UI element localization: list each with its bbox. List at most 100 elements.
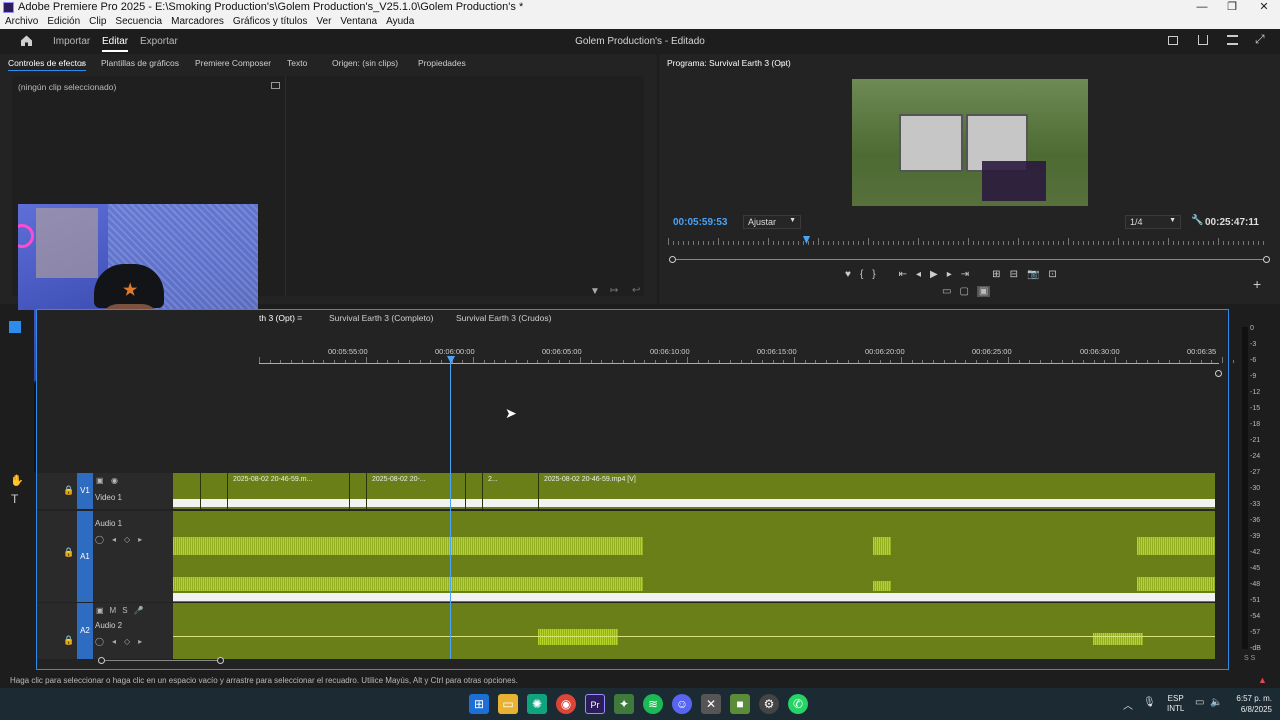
extract-icon[interactable]: ⊟: [1010, 269, 1018, 280]
clip-label[interactable]: 2025-08-02 20-46-59.mp4 [V]: [544, 476, 636, 483]
menu-archivo[interactable]: Archivo: [5, 15, 38, 29]
comparison-view-icon[interactable]: ▢: [959, 286, 968, 297]
timeline-tab-opt[interactable]: th 3 (Opt): [259, 313, 295, 323]
menu-edicion[interactable]: Edición: [47, 15, 80, 29]
program-timecode-current[interactable]: 00:05:59:53: [673, 217, 727, 228]
fullscreen-icon[interactable]: ⤢: [1255, 32, 1265, 47]
mic-tray-icon[interactable]: 🎙: [1143, 697, 1156, 708]
premiere-icon[interactable]: Pr: [585, 694, 605, 714]
work-area-bar[interactable]: [259, 363, 1219, 364]
timeline-tab-completo[interactable]: Survival Earth 3 (Completo): [329, 313, 433, 323]
lock-icon[interactable]: 🔒: [63, 635, 74, 646]
h-scroll-handle-left[interactable]: [98, 657, 105, 664]
close-button[interactable]: ✕: [1248, 0, 1280, 15]
spotify-icon[interactable]: ≋: [643, 694, 663, 714]
export-icon[interactable]: ↦: [610, 285, 618, 296]
go-to-in-icon[interactable]: ⇤: [899, 269, 907, 280]
selection-tool-icon[interactable]: [9, 321, 21, 333]
play-icon[interactable]: ▶: [930, 269, 938, 280]
mark-out-icon[interactable]: }: [872, 269, 875, 280]
whatsapp-icon[interactable]: ✆: [788, 694, 808, 714]
timeline-menu-icon[interactable]: ≡: [297, 313, 302, 323]
discord-icon[interactable]: ☺: [672, 694, 692, 714]
resolution-dropdown[interactable]: 1/4 ▼: [1125, 215, 1181, 229]
clip-label[interactable]: 2...: [488, 476, 498, 483]
menu-ventana[interactable]: Ventana: [340, 15, 377, 29]
program-mini-ruler[interactable]: [668, 236, 1268, 246]
warning-icon[interactable]: ▲: [1258, 675, 1267, 685]
panel-menu-icon[interactable]: ≡: [80, 59, 85, 69]
wrench-icon[interactable]: 🔧: [1191, 215, 1203, 226]
clock[interactable]: 6:57 p. m. 6/8/2025: [1226, 693, 1272, 715]
meter-footer[interactable]: S S: [1244, 655, 1255, 662]
volume-icon[interactable]: 🔈: [1210, 697, 1222, 708]
safe-margins-icon[interactable]: ▭: [942, 286, 951, 297]
windows-start-icon[interactable]: ⊞: [469, 694, 489, 714]
tab-controles-efectos[interactable]: Controles de efectos: [8, 58, 86, 71]
compare-icon[interactable]: ⊡: [1048, 269, 1056, 280]
zoom-handle-right[interactable]: [1263, 256, 1270, 263]
tab-plantillas[interactable]: Plantillas de gráficos: [101, 58, 179, 68]
menu-marcadores[interactable]: Marcadores: [171, 15, 224, 29]
v1-target[interactable]: V1: [77, 473, 93, 509]
camera-icon[interactable]: 📷: [1027, 269, 1039, 280]
lock-icon[interactable]: 🔒: [63, 547, 74, 558]
lift-icon[interactable]: ⊞: [992, 269, 1000, 280]
reset-icon[interactable]: ↩: [632, 285, 640, 296]
eye-icon[interactable]: ◉: [111, 476, 118, 485]
add-marker-icon[interactable]: ♥: [845, 269, 851, 280]
menu-clip[interactable]: Clip: [89, 15, 106, 29]
clip-label[interactable]: 2025-08-02 20-46-59.m...: [233, 476, 312, 483]
hand-tool-icon[interactable]: ✋: [10, 474, 24, 487]
menu-ayuda[interactable]: Ayuda: [386, 15, 414, 29]
tab-propiedades[interactable]: Propiedades: [418, 58, 466, 68]
mark-in-icon[interactable]: {: [860, 269, 863, 280]
filter-icon[interactable]: ▼: [590, 286, 600, 297]
sync-lock-icon[interactable]: ▣: [96, 476, 104, 485]
go-to-out-icon[interactable]: ⇥: [961, 269, 969, 280]
minecraft-icon[interactable]: ■: [730, 694, 750, 714]
lock-icon[interactable]: 🔒: [63, 485, 74, 496]
minimize-button[interactable]: —: [1186, 0, 1218, 15]
clip-label[interactable]: 2025-08-02 20-...: [372, 476, 426, 483]
keyframe-nav-icons[interactable]: ◯◂◇▸: [95, 535, 150, 544]
maximize-button[interactable]: ❐: [1216, 0, 1248, 15]
zoom-handle-left[interactable]: [669, 256, 676, 263]
mute-solo-mic-icons[interactable]: ▣MS🎤: [96, 606, 150, 615]
fit-dropdown[interactable]: Ajustar ▼: [743, 215, 801, 229]
type-tool-icon[interactable]: T: [11, 492, 18, 506]
h-scroll-track[interactable]: [101, 660, 221, 661]
a1-target[interactable]: A1: [77, 511, 93, 602]
tab-premiere-composer[interactable]: Premiere Composer: [195, 58, 271, 68]
timeline-tab-crudos[interactable]: Survival Earth 3 (Crudos): [456, 313, 551, 323]
step-back-icon[interactable]: ◂: [916, 269, 921, 280]
game-app-icon[interactable]: ✦: [614, 694, 634, 714]
language-indicator[interactable]: ESP INTL: [1167, 694, 1184, 714]
keyframe-nav-icons[interactable]: ◯◂◇▸: [95, 637, 150, 646]
network-icon[interactable]: ▭: [1195, 697, 1204, 708]
menu-secuencia[interactable]: Secuencia: [115, 15, 162, 29]
a2-target[interactable]: A2: [77, 603, 93, 659]
program-menu-icon[interactable]: ≡: [780, 59, 785, 69]
tray-chevron-icon[interactable]: ︿: [1123, 697, 1133, 712]
add-button-icon[interactable]: +: [1253, 276, 1261, 292]
chrome-icon[interactable]: ◉: [556, 694, 576, 714]
panel-toggle-icon[interactable]: [271, 82, 280, 89]
a2-volume-line[interactable]: [173, 636, 1215, 637]
quick-export-icon[interactable]: [1168, 36, 1178, 45]
tab-origen[interactable]: Origen: (sin clips): [332, 58, 398, 68]
share-icon[interactable]: [1198, 35, 1208, 45]
h-scroll-handle-right[interactable]: [217, 657, 224, 664]
chatgpt-icon[interactable]: ✺: [527, 694, 547, 714]
settings-icon[interactable]: ⚙: [759, 694, 779, 714]
multicam-icon[interactable]: ▣: [976, 286, 991, 297]
tab-texto[interactable]: Texto: [287, 58, 307, 68]
menu-graficos[interactable]: Gráficos y títulos: [233, 15, 307, 29]
v-zoom-handle[interactable]: [1215, 370, 1222, 377]
step-forward-icon[interactable]: ▸: [947, 269, 952, 280]
file-explorer-icon[interactable]: ▭: [498, 694, 518, 714]
menu-ver[interactable]: Ver: [316, 15, 331, 29]
zoom-scrollbar-track[interactable]: [673, 259, 1267, 260]
menu-lines-icon[interactable]: [1227, 35, 1238, 45]
vmware-icon[interactable]: ✕: [701, 694, 721, 714]
